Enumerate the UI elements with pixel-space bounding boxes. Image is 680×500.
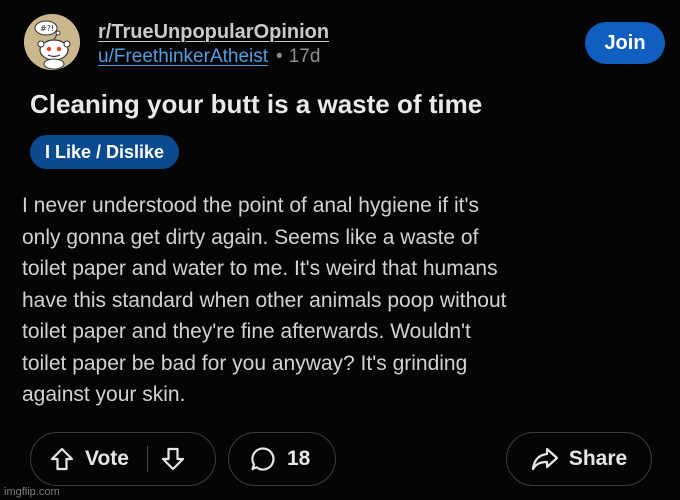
post-flair[interactable]: I Like / Dislike: [30, 135, 180, 169]
arrow-down-icon: [160, 446, 186, 472]
subreddit-avatar-icon[interactable]: #?!: [24, 14, 80, 70]
comment-count: 18: [287, 447, 311, 470]
post-body: I never understood the point of anal hyg…: [22, 194, 507, 406]
post-title[interactable]: Cleaning your butt is a waste of time: [30, 86, 482, 122]
vote-control: Vote: [30, 432, 216, 486]
svg-text:#?!: #?!: [40, 24, 54, 33]
speech-bubble-icon: [249, 445, 277, 473]
join-button[interactable]: Join: [585, 22, 665, 64]
post-card: #?! r/TrueUnpopularOpinion u/Freethinker…: [0, 0, 680, 500]
vote-label: Vote: [85, 447, 129, 470]
vote-divider: [146, 446, 148, 472]
post-meta: r/TrueUnpopularOpinion u/FreethinkerAthe…: [98, 20, 329, 69]
upvote-button[interactable]: Vote: [49, 446, 129, 472]
username-link[interactable]: u/FreethinkerAtheist: [98, 46, 268, 67]
downvote-button[interactable]: [160, 446, 186, 472]
comments-button[interactable]: 18: [228, 432, 336, 486]
byline: u/FreethinkerAtheist • 17d: [98, 45, 329, 69]
share-button[interactable]: Share: [506, 432, 652, 486]
separator-dot: •: [276, 46, 283, 67]
share-arrow-icon: [531, 446, 559, 472]
subreddit-link[interactable]: r/TrueUnpopularOpinion: [98, 20, 329, 44]
share-label: Share: [568, 447, 628, 470]
watermark: imgflip.com: [4, 486, 60, 498]
arrow-up-icon: [49, 446, 75, 472]
post-age: 17d: [288, 46, 321, 67]
